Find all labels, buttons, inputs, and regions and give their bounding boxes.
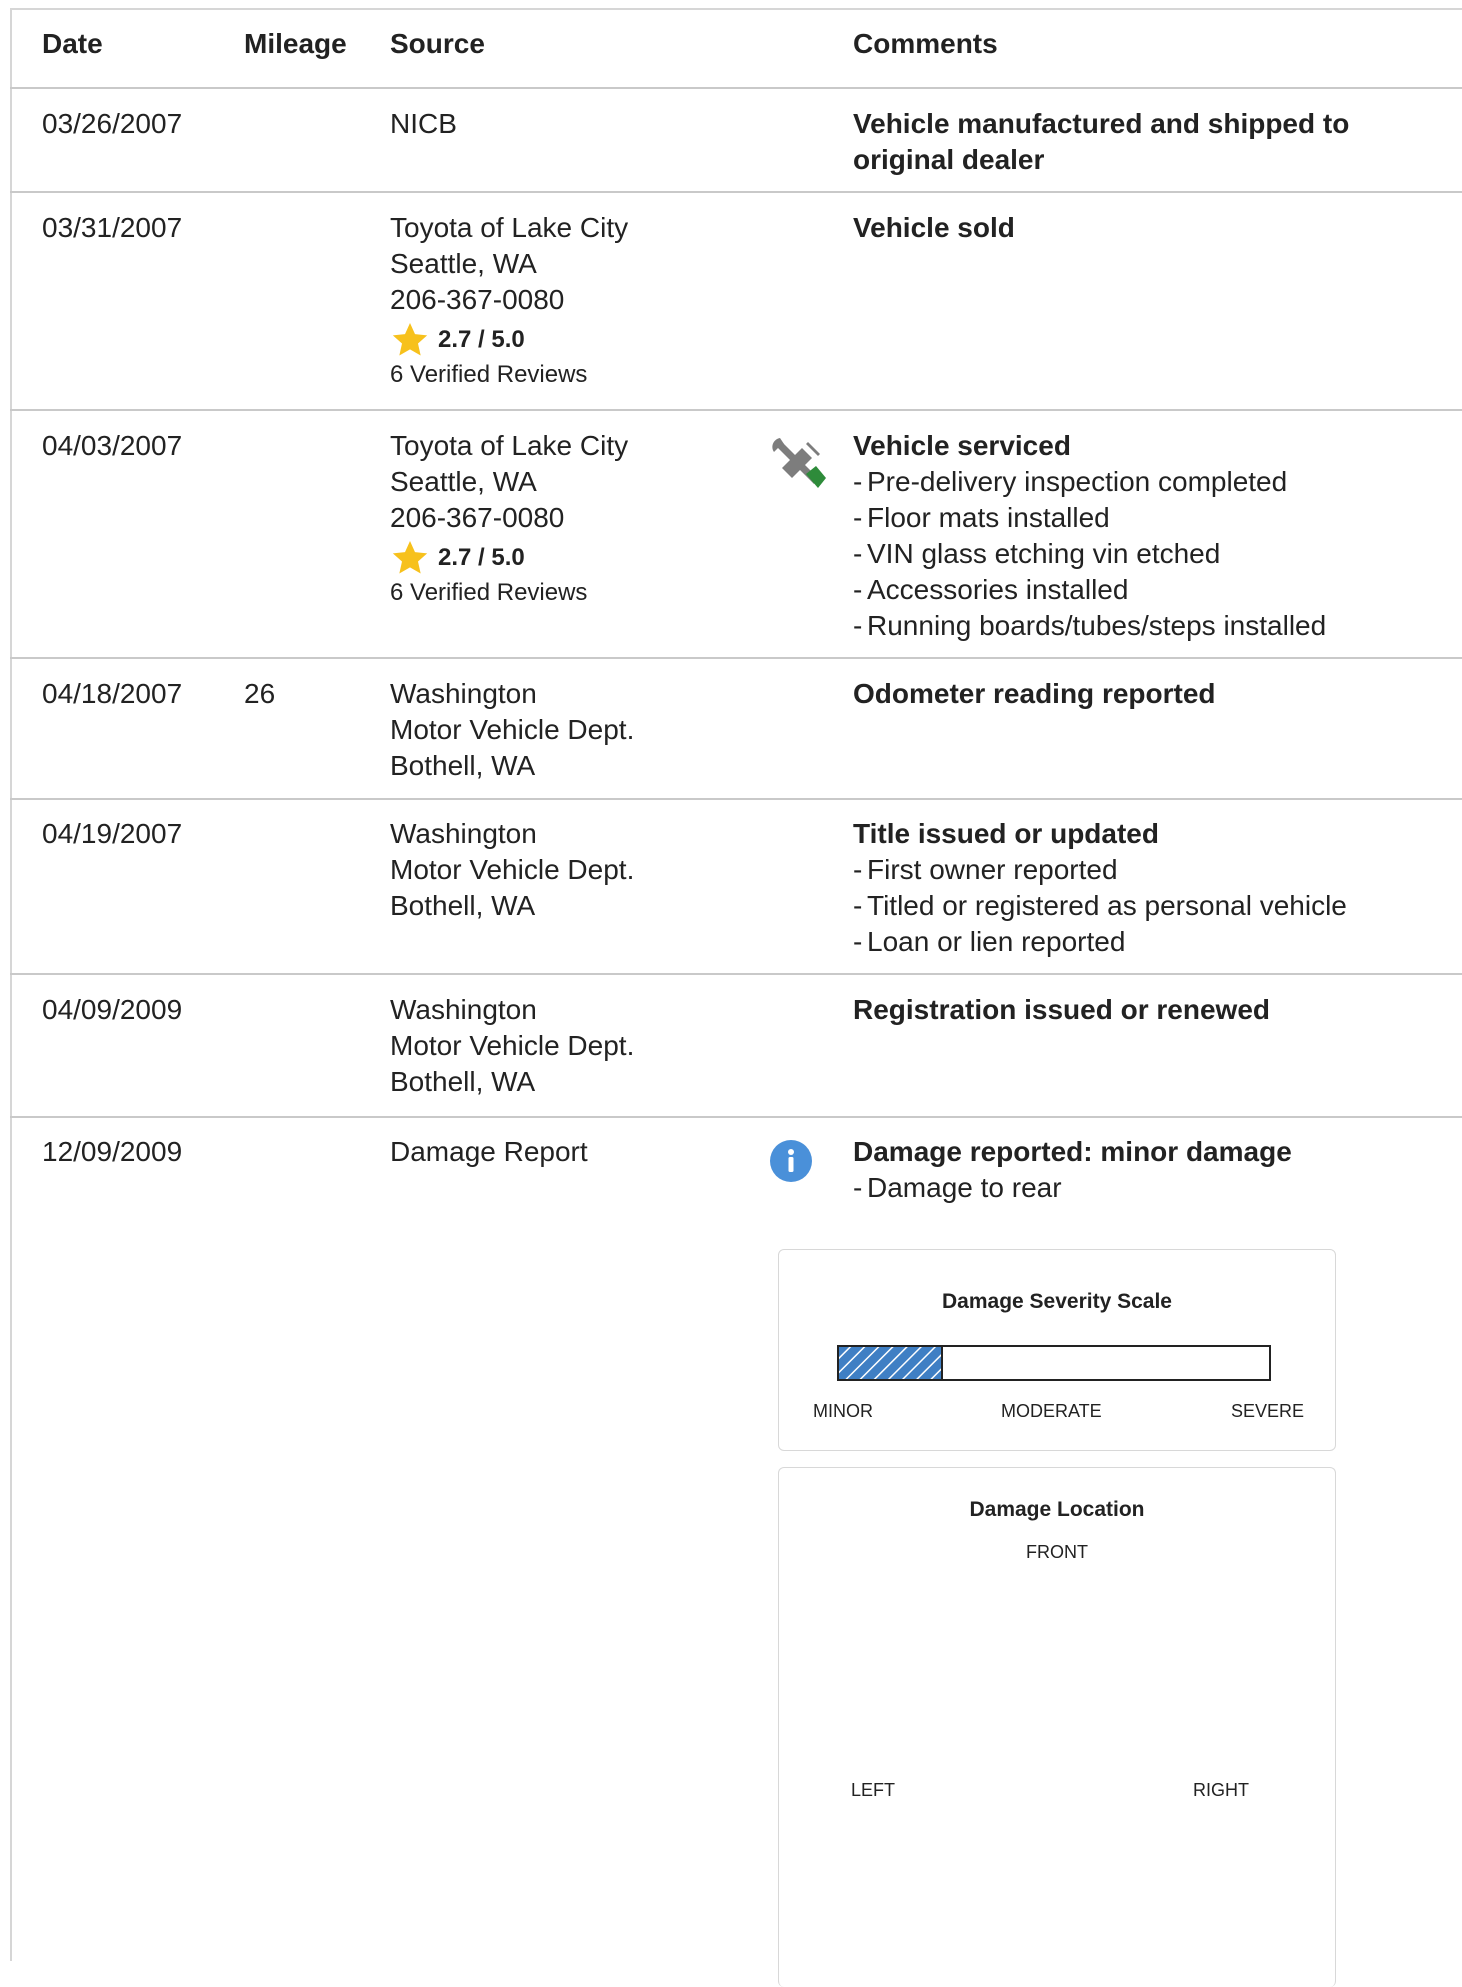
table-row-source: Washington Motor Vehicle Dept. Bothell, … — [390, 816, 634, 924]
table-row-date: 03/26/2007 — [42, 108, 183, 139]
damage-severity-panel: Damage Severity Scale MINOR MODERATE SEV… — [778, 1249, 1336, 1451]
table-row-comments: Title issued or updated - First owner rep… — [853, 816, 1347, 960]
table-row-comments: Damage reported: minor damage - Damage to… — [853, 1134, 1292, 1206]
source-line: Washington — [390, 994, 537, 1025]
severity-bar — [837, 1345, 1271, 1381]
source-location: Seattle, WA — [390, 248, 537, 279]
star-icon — [392, 323, 428, 356]
location-title: Damage Location — [969, 1498, 1145, 1521]
source-phone[interactable]: 206-367-0080 — [390, 500, 628, 536]
source-line: Washington — [390, 818, 537, 849]
dealer-rating: 2.7 / 5.0 — [390, 320, 628, 360]
table-row-source: Toyota of Lake City Seattle, WA 206-367-… — [390, 428, 628, 608]
rating-score: 2.7 / 5.0 — [438, 326, 525, 353]
damage-location-panel: Damage Location FRONT LEFT RIGHT — [778, 1467, 1336, 1987]
event-title: Damage reported: minor damage — [853, 1136, 1292, 1167]
event-detail: - Pre-delivery inspection completed — [853, 466, 1288, 497]
source-line: Bothell, WA — [390, 750, 536, 781]
source-line: Bothell, WA — [390, 890, 536, 921]
event-title: Vehicle manufactured and shipped to — [853, 108, 1350, 139]
column-header-mileage: Mileage — [244, 28, 347, 59]
source-line: Motor Vehicle Dept. — [390, 714, 635, 745]
event-title: Title issued or updated — [853, 818, 1159, 849]
source-line: Washington — [390, 678, 537, 709]
source-name: Toyota of Lake City — [390, 430, 629, 461]
table-row-date: 04/19/2007 — [42, 818, 183, 849]
severity-fill — [837, 1345, 943, 1381]
table-row-comments: Registration issued or renewed — [853, 992, 1270, 1028]
table-row-comments: Odometer reading reported — [853, 676, 1216, 712]
column-header-date: Date — [42, 28, 103, 59]
source-phone[interactable]: 206-367-0080 — [390, 282, 628, 318]
source-location: Seattle, WA — [390, 466, 537, 497]
table-row-mileage: 26 — [244, 678, 276, 709]
table-row-date: 04/18/2007 — [42, 678, 183, 709]
event-detail: - Floor mats installed — [853, 502, 1110, 533]
event-title: Vehicle serviced — [853, 430, 1071, 461]
verified-reviews-link[interactable]: 6 Verified Reviews — [390, 360, 628, 390]
row-divider — [10, 973, 1462, 975]
row-divider — [10, 657, 1462, 659]
severity-label-moderate: MODERATE — [1001, 1401, 1102, 1421]
source-line: Motor Vehicle Dept. — [390, 854, 635, 885]
location-label-right: RIGHT — [1193, 1780, 1249, 1800]
source-line: Motor Vehicle Dept. — [390, 1030, 635, 1061]
event-detail: - Running boards/tubes/steps installed — [853, 610, 1327, 641]
table-row-source: Washington Motor Vehicle Dept. Bothell, … — [390, 676, 634, 784]
row-divider — [10, 409, 1462, 411]
location-label-left: LEFT — [851, 1780, 896, 1800]
star-icon — [392, 541, 428, 574]
event-detail: - Damage to rear — [853, 1172, 1062, 1203]
table-row-date: 04/09/2009 — [42, 994, 183, 1025]
table-row-date: 12/09/2009 — [42, 1136, 183, 1167]
rating-score: 2.7 / 5.0 — [438, 544, 525, 571]
dealer-rating: 2.7 / 5.0 — [390, 538, 628, 578]
source-line: Damage Report — [390, 1136, 588, 1167]
row-divider — [10, 191, 1462, 193]
event-detail: - VIN glass etching vin etched — [853, 538, 1221, 569]
table-row-date: 03/31/2007 — [42, 212, 183, 243]
table-row-comments: Vehicle manufactured and shipped to orig… — [853, 106, 1349, 178]
wrench-screwdriver-icon — [768, 436, 828, 496]
info-icon[interactable] — [770, 1140, 812, 1182]
table-row-source: Damage Report — [390, 1134, 588, 1170]
table-row-source: NICB — [390, 106, 457, 142]
event-title: Odometer reading reported — [853, 678, 1216, 709]
column-header-comments: Comments — [853, 28, 998, 59]
table-row-source: Toyota of Lake City Seattle, WA 206-367-… — [390, 210, 628, 390]
event-title: Registration issued or renewed — [853, 994, 1270, 1025]
verified-reviews-link[interactable]: 6 Verified Reviews — [390, 578, 628, 608]
row-divider — [10, 87, 1462, 89]
table-row-date: 04/03/2007 — [42, 430, 183, 461]
table-row-comments: Vehicle sold — [853, 210, 1015, 246]
event-detail: - Titled or registered as personal vehicl… — [853, 890, 1347, 921]
event-title: original dealer — [853, 144, 1045, 175]
severity-label-severe: SEVERE — [1231, 1401, 1305, 1421]
severity-title: Damage Severity Scale — [942, 1290, 1172, 1313]
source-line: NICB — [390, 108, 457, 139]
table-row-source: Washington Motor Vehicle Dept. Bothell, … — [390, 992, 634, 1100]
event-title: Vehicle sold — [853, 212, 1015, 243]
event-detail: - Accessories installed — [853, 574, 1129, 605]
source-name: Toyota of Lake City — [390, 212, 629, 243]
location-label-front: FRONT — [1026, 1542, 1088, 1562]
event-detail: - Loan or lien reported — [853, 926, 1126, 957]
event-detail: - First owner reported — [853, 854, 1118, 885]
row-divider — [10, 1116, 1462, 1118]
table-row-comments: Vehicle serviced - Pre-delivery inspectio… — [853, 428, 1326, 644]
severity-label-minor: MINOR — [813, 1401, 873, 1421]
row-divider — [10, 798, 1462, 800]
column-header-source: Source — [390, 28, 485, 59]
source-line: Bothell, WA — [390, 1066, 536, 1097]
